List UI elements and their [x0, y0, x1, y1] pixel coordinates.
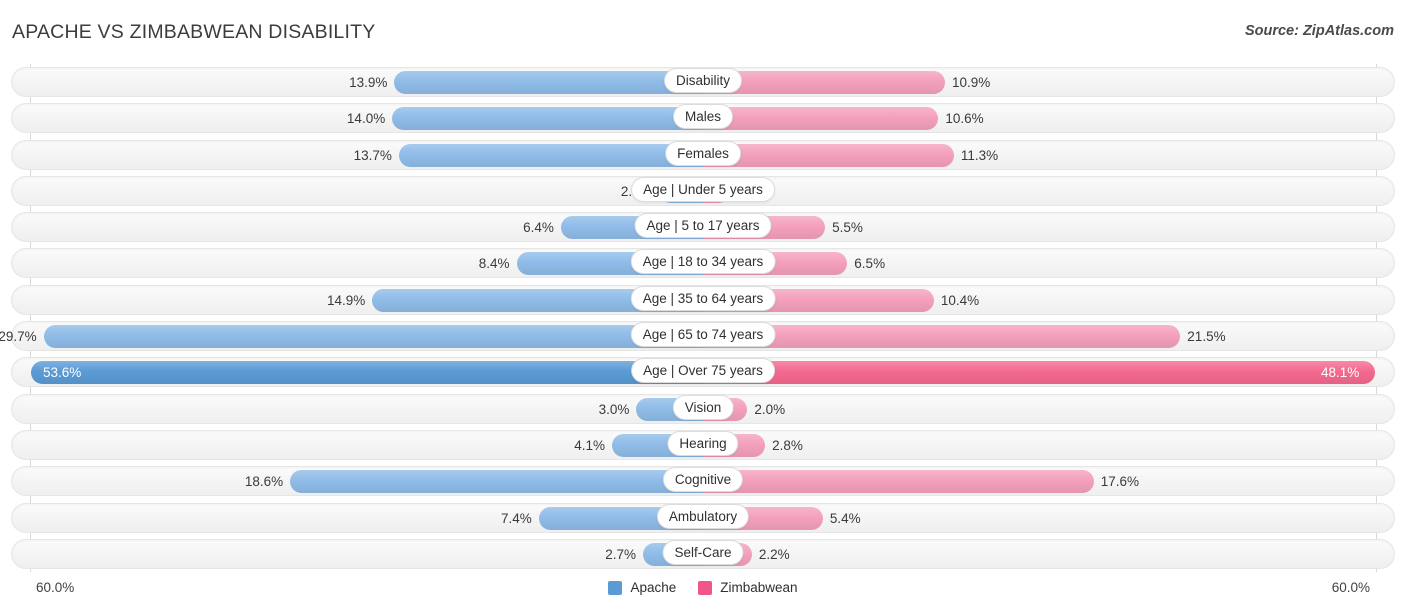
value-label-apache: 8.4%	[478, 256, 510, 272]
value-label-zimbabwean: 10.6%	[945, 111, 984, 127]
value-label-zimbabwean: 10.4%	[940, 292, 980, 308]
chart-row[interactable]: 3.0% 2.0% Vision	[0, 391, 1406, 427]
legend-swatch-icon	[698, 580, 713, 595]
bar-gloss	[290, 470, 703, 494]
chart-row[interactable]: 2.7% 2.2% Self-Care	[0, 536, 1406, 572]
category-label[interactable]: Age | 18 to 34 years	[630, 249, 776, 275]
bar-zimbabwean[interactable]	[703, 470, 1094, 494]
category-label[interactable]: Self-Care	[662, 539, 744, 565]
value-label-apache: 14.9%	[326, 292, 366, 308]
chart-row[interactable]: 8.4% 6.5% Age | 18 to 34 years	[0, 245, 1406, 281]
value-label-zimbabwean: 5.4%	[829, 510, 861, 526]
bar-gloss	[31, 361, 703, 385]
value-label-apache: 13.7%	[353, 147, 392, 163]
bar-zimbabwean[interactable]	[703, 361, 1375, 385]
category-label[interactable]: Ambulatory	[656, 503, 750, 529]
category-label[interactable]: Cognitive	[662, 467, 744, 493]
chart-row[interactable]: 13.9% 10.9% Disability	[0, 64, 1406, 100]
chart-rows: 13.9% 10.9% Disability 14.0% 10.6% Males 13.7%…	[0, 64, 1406, 572]
bar-apache[interactable]	[392, 107, 703, 131]
chart-plot-area: 13.9% 10.9% Disability 14.0% 10.6% Males 13.7%…	[0, 64, 1406, 572]
chart-footer: 60.0% 60.0% Apache Zimbabwean	[0, 572, 1406, 612]
value-label-zimbabwean: 2.0%	[754, 401, 786, 417]
bar-apache[interactable]	[398, 143, 703, 167]
value-label-zimbabwean: 17.6%	[1100, 474, 1139, 490]
value-label-zimbabwean: 21.5%	[1187, 329, 1226, 345]
value-label-apache: 6.4%	[523, 220, 554, 236]
bar-gloss	[392, 107, 703, 131]
category-label[interactable]: Age | 65 to 74 years	[630, 322, 776, 348]
legend-item[interactable]: Apache	[608, 580, 676, 595]
bar-gloss	[703, 107, 939, 131]
chart-row[interactable]: 4.1% 2.8% Hearing	[0, 427, 1406, 463]
value-label-zimbabwean: 2.2%	[758, 546, 790, 562]
chart-header: APACHE VS ZIMBABWEAN DISABILITY Source: …	[0, 0, 1406, 64]
bar-gloss	[43, 325, 703, 349]
chart-row[interactable]: 7.4% 5.4% Ambulatory	[0, 500, 1406, 536]
legend-item[interactable]: Zimbabwean	[698, 580, 798, 595]
value-label-apache: 53.6%	[43, 365, 82, 381]
category-label[interactable]: Age | 35 to 64 years	[630, 285, 776, 311]
value-label-apache: 3.0%	[598, 401, 630, 417]
bar-apache[interactable]	[290, 470, 703, 494]
chart-row[interactable]: 6.4% 5.5% Age | 5 to 17 years	[0, 209, 1406, 245]
bar-apache[interactable]	[43, 325, 703, 349]
chart-legend: Apache Zimbabwean	[0, 580, 1406, 595]
chart-row[interactable]: 14.0% 10.6% Males	[0, 100, 1406, 136]
category-label[interactable]: Vision	[672, 394, 734, 420]
category-label[interactable]: Females	[665, 140, 741, 166]
bar-gloss	[703, 361, 1375, 385]
legend-swatch-icon	[608, 580, 623, 595]
source-attribution: Source: ZipAtlas.com	[1244, 23, 1394, 39]
value-label-apache: 14.0%	[346, 111, 386, 127]
chart-row[interactable]: 14.9% 10.4% Age | 35 to 64 years	[0, 282, 1406, 318]
legend-label: Zimbabwean	[720, 580, 798, 595]
bar-gloss	[398, 143, 703, 167]
category-label[interactable]: Disability	[663, 68, 743, 93]
bar-zimbabwean[interactable]	[703, 107, 939, 131]
value-label-apache: 4.1%	[574, 437, 605, 453]
value-label-zimbabwean: 10.9%	[951, 75, 991, 90]
chart-row[interactable]: 2.0%1.2%Age | Under 5 years	[0, 173, 1406, 209]
bar-apache[interactable]	[394, 71, 703, 94]
value-label-apache: 29.7%	[0, 329, 37, 345]
chart-row[interactable]: 13.7% 11.3% Females	[0, 137, 1406, 173]
value-label-zimbabwean: 6.5%	[854, 256, 886, 272]
value-label-apache: 7.4%	[500, 510, 532, 526]
page-title: APACHE VS ZIMBABWEAN DISABILITY	[12, 21, 376, 43]
category-label[interactable]: Hearing	[667, 430, 739, 456]
value-label-zimbabwean: 2.8%	[772, 437, 803, 453]
bar-apache[interactable]	[31, 361, 703, 385]
value-label-zimbabwean: 48.1%	[1321, 365, 1360, 381]
value-label-apache: 18.6%	[244, 474, 284, 490]
chart-row[interactable]: 29.7% 21.5% Age | 65 to 74 years	[0, 318, 1406, 354]
chart-row[interactable]: 18.6% 17.6% Cognitive	[0, 463, 1406, 499]
value-label-zimbabwean: 11.3%	[960, 147, 999, 163]
category-label[interactable]: Age | 5 to 17 years	[634, 213, 772, 239]
bar-gloss	[703, 470, 1094, 494]
bar-gloss	[394, 71, 703, 94]
value-label-zimbabwean: 5.5%	[832, 220, 863, 236]
legend-label: Apache	[630, 580, 677, 595]
value-label-apache: 13.9%	[349, 75, 388, 90]
chart-row[interactable]: 53.6% 48.1% Age | Over 75 years	[0, 354, 1406, 390]
value-label-apache: 2.7%	[605, 546, 637, 562]
category-label[interactable]: Age | Under 5 years	[631, 176, 775, 202]
category-label[interactable]: Age | Over 75 years	[631, 358, 775, 384]
chart-page: APACHE VS ZIMBABWEAN DISABILITY Source: …	[0, 0, 1406, 612]
category-label[interactable]: Males	[672, 104, 734, 130]
